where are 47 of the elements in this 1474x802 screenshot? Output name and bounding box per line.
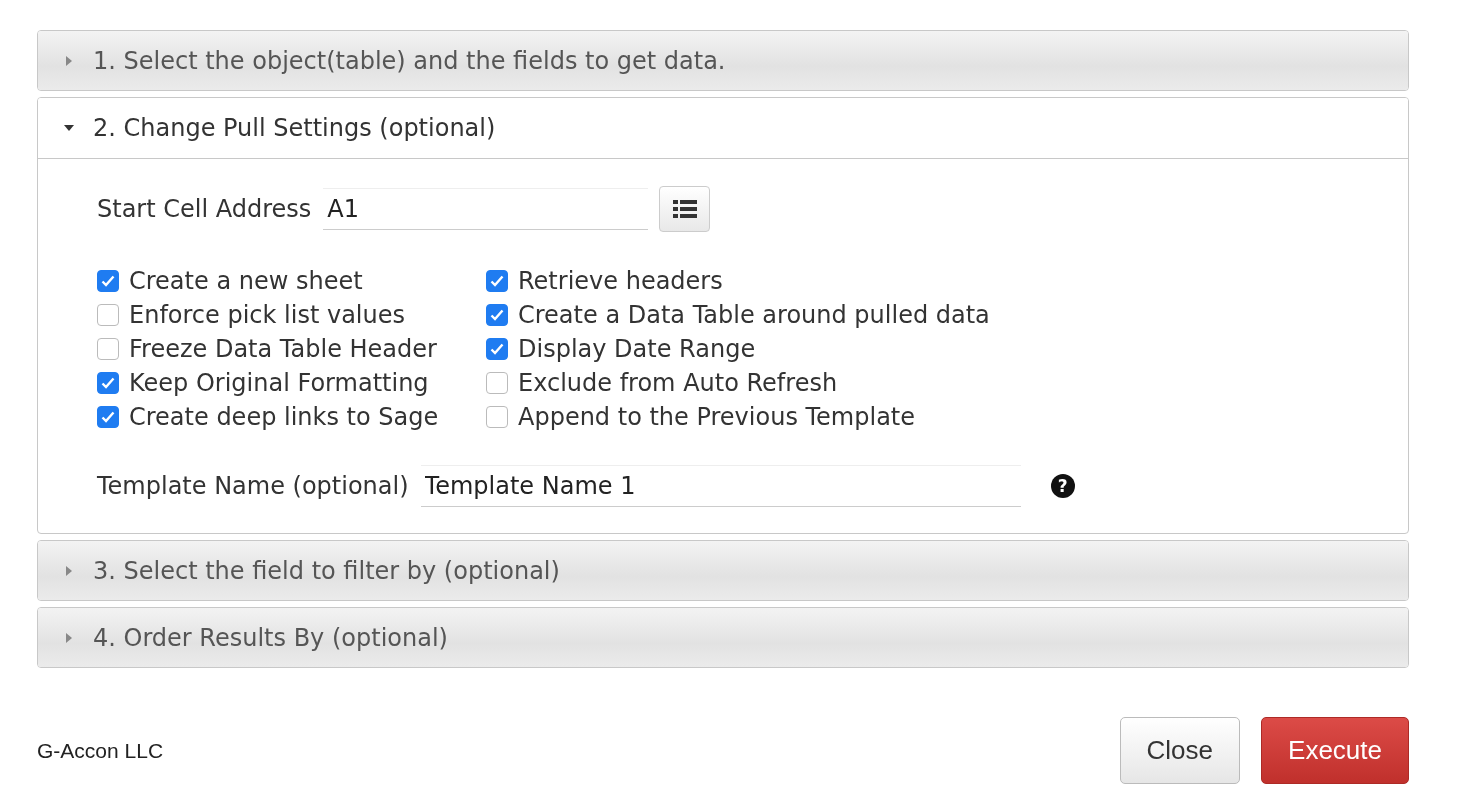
start-cell-field[interactable]: A1 bbox=[323, 188, 649, 230]
template-name-field[interactable]: Template Name 1 bbox=[420, 465, 1021, 507]
company-name: G-Accon LLC bbox=[37, 738, 164, 763]
checkbox[interactable] bbox=[486, 371, 508, 394]
caret-right-icon bbox=[64, 564, 74, 577]
section-title: 3. Select the field to filter by (optional) bbox=[93, 556, 560, 585]
caret-right-icon bbox=[64, 631, 74, 644]
checkbox[interactable] bbox=[486, 405, 508, 428]
close-button[interactable]: Close bbox=[1119, 717, 1241, 784]
option-label: Exclude from Auto Refresh bbox=[518, 368, 838, 397]
caret-right-icon bbox=[64, 54, 74, 67]
checkbox[interactable] bbox=[97, 303, 119, 326]
help-icon[interactable]: ? bbox=[1050, 474, 1075, 498]
checkmark-icon bbox=[490, 274, 504, 287]
option-label: Create a Data Table around pulled data bbox=[518, 300, 990, 329]
section-header[interactable]: 3. Select the field to filter by (optional) bbox=[38, 541, 1408, 600]
checkbox[interactable] bbox=[97, 405, 119, 428]
option-label: Keep Original Formatting bbox=[129, 368, 429, 397]
checkbox[interactable] bbox=[97, 371, 119, 394]
list-button[interactable] bbox=[659, 186, 711, 232]
section-header[interactable]: 4. Order Results By (optional) bbox=[38, 608, 1408, 667]
checkbox[interactable] bbox=[486, 303, 508, 326]
field-label: Template Name (optional) bbox=[97, 472, 409, 500]
option-label: Freeze Data Table Header bbox=[129, 334, 437, 363]
checkmark-icon bbox=[490, 308, 504, 321]
option-label: Create deep links to Sage bbox=[129, 402, 439, 431]
option-label: Retrieve headers bbox=[518, 266, 723, 295]
checkmark-icon bbox=[101, 274, 115, 287]
section-header[interactable]: 1. Select the object(table) and the fields to get data. bbox=[38, 31, 1408, 90]
option-label: Display Date Range bbox=[518, 334, 756, 363]
section-title: 2. Change Pull Settings (optional) bbox=[93, 114, 496, 142]
checkbox[interactable] bbox=[486, 269, 508, 292]
checkbox[interactable] bbox=[97, 337, 119, 360]
option-label: Create a new sheet bbox=[129, 266, 363, 295]
checkbox[interactable] bbox=[486, 337, 508, 360]
option-label: Enforce pick list values bbox=[129, 300, 405, 329]
checkmark-icon bbox=[490, 342, 504, 355]
option-label: Append to the Previous Template bbox=[518, 402, 916, 431]
section-title: 1. Select the object(table) and the fields to get data. bbox=[93, 46, 726, 75]
checkbox[interactable] bbox=[97, 269, 119, 292]
field-label: Start Cell Address bbox=[97, 195, 312, 223]
checkmark-icon bbox=[101, 376, 115, 389]
list-icon bbox=[672, 199, 697, 219]
checkmark-icon bbox=[101, 410, 115, 423]
execute-button[interactable]: Execute bbox=[1261, 717, 1409, 784]
section-title: 4. Order Results By (optional) bbox=[93, 623, 448, 652]
section-header[interactable]: 2. Change Pull Settings (optional) bbox=[38, 98, 1408, 159]
